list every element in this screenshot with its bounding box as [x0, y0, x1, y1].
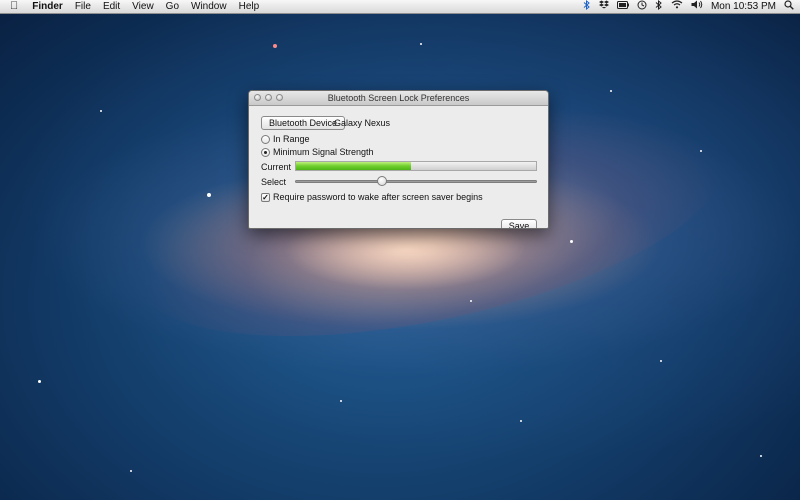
star	[760, 455, 762, 457]
select-label: Select	[261, 177, 287, 187]
signal-threshold-slider-knob[interactable]	[377, 176, 388, 186]
desktop-wallpaper	[0, 0, 800, 500]
star	[340, 400, 342, 402]
bluetooth-icon[interactable]	[583, 0, 591, 14]
current-label: Current	[261, 162, 292, 172]
search-icon[interactable]	[784, 0, 794, 14]
time-machine-icon[interactable]	[637, 0, 647, 14]
menu-go[interactable]: Go	[160, 0, 185, 13]
star	[470, 300, 472, 302]
signal-strength-fill	[296, 162, 412, 170]
window-title: Bluetooth Screen Lock Preferences	[327, 93, 470, 103]
volume-icon[interactable]	[691, 0, 703, 13]
menu-bar:  Finder File Edit View Go Window Help M…	[0, 0, 800, 14]
star	[520, 420, 522, 422]
menu-help[interactable]: Help	[233, 0, 266, 13]
minimize-button[interactable]	[265, 94, 272, 101]
bluetooth-device-button[interactable]: Bluetooth Device	[261, 116, 345, 130]
zoom-button[interactable]	[276, 94, 283, 101]
star	[207, 193, 211, 197]
menu-clock[interactable]: Mon 10:53 PM	[711, 0, 776, 13]
star	[100, 110, 102, 112]
star	[570, 240, 573, 243]
save-button[interactable]: Save	[501, 219, 537, 228]
signal-strength-meter	[295, 161, 537, 171]
menu-file[interactable]: File	[69, 0, 97, 13]
battery-icon[interactable]	[616, 0, 629, 13]
window-titlebar[interactable]: Bluetooth Screen Lock Preferences	[249, 91, 548, 106]
menu-view[interactable]: View	[126, 0, 160, 13]
star	[610, 90, 612, 92]
bluetooth-icon[interactable]	[655, 0, 663, 14]
star	[130, 470, 132, 472]
preferences-window: Bluetooth Screen Lock Preferences Blueto…	[248, 90, 549, 229]
radio-in-range[interactable]: In Range	[261, 134, 310, 144]
apple-icon[interactable]: 	[0, 0, 26, 13]
star	[420, 43, 422, 45]
signal-threshold-slider-track[interactable]	[295, 180, 537, 183]
menu-window[interactable]: Window	[185, 0, 233, 13]
radio-in-range-label: In Range	[273, 134, 310, 144]
dropbox-icon[interactable]	[598, 0, 609, 13]
star	[700, 150, 702, 152]
star	[660, 360, 662, 362]
radio-min-signal[interactable]: Minimum Signal Strength	[261, 147, 374, 157]
close-button[interactable]	[254, 94, 261, 101]
radio-min-signal-label: Minimum Signal Strength	[273, 147, 374, 157]
require-password-checkbox[interactable]: ✓	[261, 192, 270, 202]
menu-finder[interactable]: Finder	[26, 0, 69, 13]
radio-button[interactable]	[261, 134, 270, 144]
star	[38, 380, 41, 383]
device-name-label: Galaxy Nexus	[334, 118, 391, 128]
require-password-label: Require password to wake after screen sa…	[273, 192, 483, 202]
star	[273, 44, 277, 48]
radio-button[interactable]	[261, 147, 270, 157]
require-password-row[interactable]: ✓ Require password to wake after screen …	[261, 192, 483, 202]
menu-edit[interactable]: Edit	[97, 0, 126, 13]
wifi-icon[interactable]	[671, 0, 683, 13]
